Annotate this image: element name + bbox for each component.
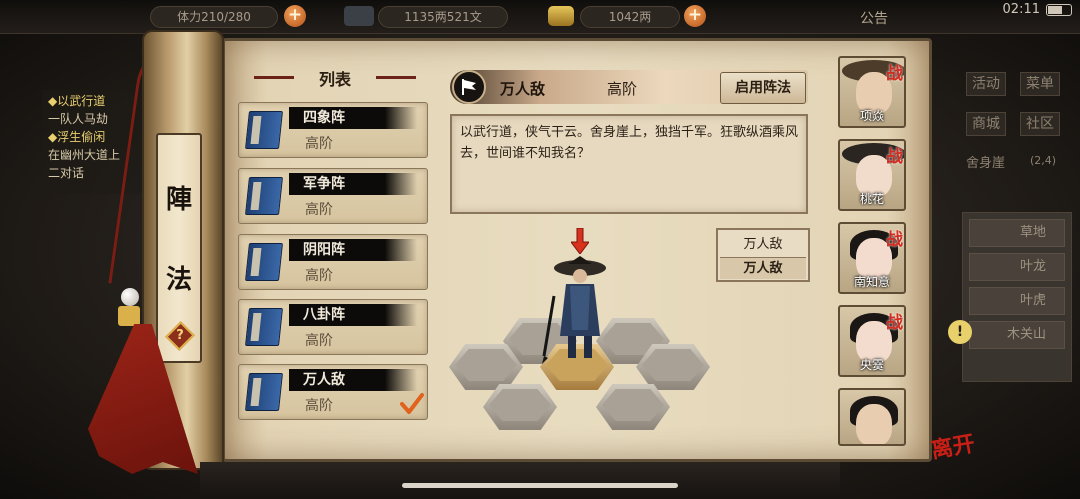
help-glyph: ? (176, 328, 184, 343)
face (856, 404, 892, 444)
place-list: 草地 叶龙 叶虎 木关山 (962, 212, 1072, 382)
book-icon (245, 111, 283, 149)
formation-name: 阴阳阵 (289, 239, 417, 261)
character-portrait[interactable]: 战 南知意 (838, 222, 906, 294)
notice-button[interactable]: 公告 (860, 8, 888, 28)
formation-item-junzheng[interactable]: 军争阵 高阶 (238, 168, 428, 224)
add-gold-button[interactable]: + (684, 5, 706, 27)
character-name: 南知意 (853, 275, 890, 289)
money-icon (344, 6, 374, 26)
place-item[interactable]: 叶龙 (969, 253, 1065, 281)
book-icon (245, 243, 283, 281)
shop-button[interactable]: 商城 (966, 112, 1006, 136)
character-name: 央霙 (859, 358, 884, 372)
enable-formation-button[interactable]: 启用阵法 (720, 72, 806, 104)
leave-button[interactable]: 离开 (928, 431, 981, 485)
clock: 02:11 (1002, 2, 1040, 17)
list-header: 列表 (250, 66, 420, 89)
tassel-knot (118, 306, 140, 326)
character-name: 桃花 (859, 192, 884, 206)
detail-formation-tier: 高阶 (607, 80, 638, 98)
place-item[interactable]: 叶虎 (969, 287, 1065, 315)
checkmark-icon (400, 393, 424, 414)
community-button[interactable]: 社区 (1020, 112, 1060, 136)
book-icon (245, 373, 283, 411)
tassel-bead (121, 288, 139, 306)
place-item[interactable]: 草地 (969, 219, 1065, 247)
list-title: 列表 (318, 70, 351, 89)
book-icon (245, 177, 283, 215)
book-icon (245, 308, 283, 346)
character-name: 项焱 (859, 109, 884, 123)
character-portrait[interactable]: 战 桃花 (838, 139, 906, 211)
formation-tier: 高阶 (305, 202, 333, 218)
panel-title-char: 陣 (165, 185, 192, 215)
menu-button[interactable]: 菜单 (1020, 72, 1060, 96)
slot-formation-value: 万人敌 (720, 257, 806, 279)
location-name: 舍身崖 (966, 156, 1006, 171)
gold-ingot-icon (548, 6, 574, 26)
formation-tier: 高阶 (305, 136, 333, 152)
speech-bubble-icon[interactable]: ! (948, 320, 972, 344)
formation-slot-box[interactable]: 万人敌 万人敌 (716, 228, 810, 282)
battle-badge: 战 (886, 230, 903, 250)
help-icon[interactable]: ? (165, 321, 195, 351)
stamina-counter: 体力210/280 (150, 6, 278, 28)
formation-tier: 高阶 (305, 398, 333, 414)
home-indicator[interactable] (402, 483, 678, 488)
character-portrait[interactable] (838, 388, 906, 446)
place-item[interactable]: 木关山 (969, 321, 1065, 349)
formation-description: 以武行道，侠气干云。舍身崖上，独挡千军。狂歌纵酒乘风去，世间谁不知我名？ (450, 114, 808, 214)
top-bar: 体力210/280 + 1135两521文 1042两 + 公告 02:11 (0, 0, 1080, 34)
battery-icon (1046, 4, 1072, 16)
flag-icon (452, 70, 486, 104)
character-portrait[interactable]: 战 央霙 (838, 305, 906, 377)
position-arrow-icon (571, 228, 589, 254)
formation-name: 万人敌 (289, 369, 417, 391)
battle-badge: 战 (886, 313, 903, 333)
formation-tier: 高阶 (305, 333, 333, 349)
battle-badge: 战 (886, 147, 903, 167)
formation-item-wanrendi[interactable]: 万人敌 高阶 (238, 364, 428, 420)
formation-name: 四象阵 (289, 107, 417, 129)
hero-figure[interactable] (540, 256, 616, 366)
location-coords: (2,4) (1030, 154, 1057, 167)
formation-item-sixiang[interactable]: 四象阵 高阶 (238, 102, 428, 158)
panel-title-char: 法 (165, 265, 192, 295)
formation-name: 军争阵 (289, 173, 417, 195)
formation-item-bagua[interactable]: 八卦阵 高阶 (238, 299, 428, 355)
character-portrait[interactable]: 战 项焱 (838, 56, 906, 128)
game-screen: 体力210/280 + 1135两521文 1042两 + 公告 02:11 ◆… (0, 0, 1080, 499)
gold-counter: 1042两 (580, 6, 680, 28)
formation-item-yinyang[interactable]: 阴阳阵 高阶 (238, 234, 428, 290)
activity-button[interactable]: 活动 (966, 72, 1006, 96)
money-counter: 1135两521文 (378, 6, 508, 28)
detail-formation-name: 万人敌 (500, 80, 546, 98)
battle-badge: 战 (886, 64, 903, 84)
formation-tier: 高阶 (305, 268, 333, 284)
bottom-menu-bar (200, 462, 840, 499)
panel-title-plate: 陣 法 ? (156, 133, 202, 363)
formation-name: 八卦阵 (289, 304, 417, 326)
add-stamina-button[interactable]: + (284, 5, 306, 27)
slot-formation-label: 万人敌 (743, 237, 783, 252)
